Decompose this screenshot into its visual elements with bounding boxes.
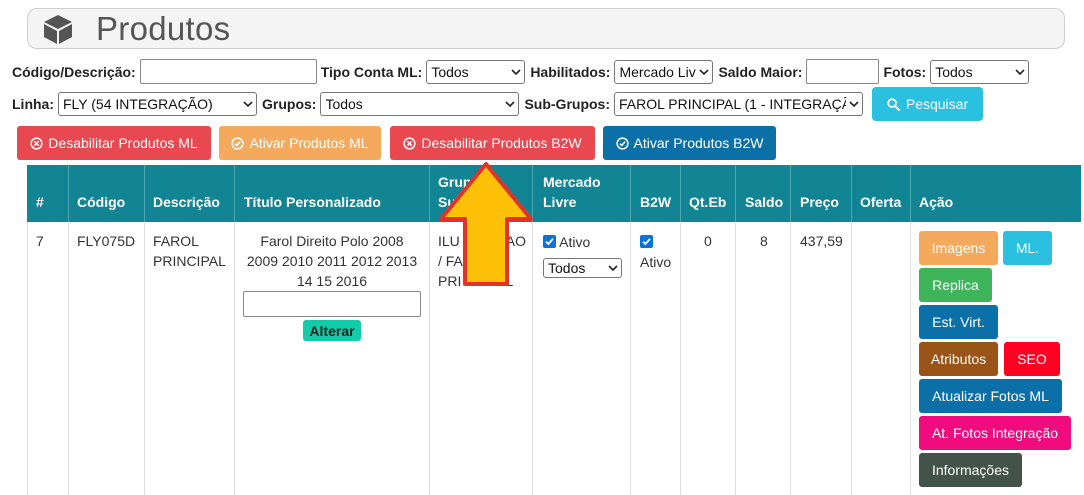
chevron-down-icon xyxy=(1015,68,1025,75)
box-icon xyxy=(42,12,76,46)
ml-status-select[interactable]: Todos xyxy=(543,258,622,278)
b2w-ativo-label: Ativo xyxy=(640,254,672,270)
table-header: # Código Descrição Título Personalizado … xyxy=(27,165,1081,222)
row-preco: 437,59 xyxy=(800,233,843,249)
header-divider xyxy=(851,165,852,222)
row-num: 7 xyxy=(36,233,44,249)
header-divider xyxy=(68,165,69,222)
chevron-down-icon xyxy=(699,68,710,75)
tipo-conta-select[interactable]: Todos xyxy=(426,59,526,84)
row-codigo: FLY075D xyxy=(77,233,136,249)
activate-b2w-button[interactable]: Ativar Produtos B2W xyxy=(603,126,776,160)
search-button-label: Pesquisar xyxy=(905,96,969,112)
row-b2w-status: Ativo xyxy=(640,232,671,272)
atributos-button[interactable]: Atributos xyxy=(919,342,998,376)
header-saldo[interactable]: Saldo xyxy=(745,165,783,222)
est-virt-button[interactable]: Est. Virt. xyxy=(919,305,998,339)
tipo-conta-label: Tipo Conta ML: xyxy=(320,63,423,80)
codigo-label: Código/Descrição: xyxy=(12,63,136,80)
filter-row-1: Código/Descrição: Tipo Conta ML: Todos H… xyxy=(12,59,1034,84)
chevron-down-icon xyxy=(608,265,618,272)
ml-ativo-label: Ativo xyxy=(559,234,591,250)
row-titulo-line2: 2009 2010 2011 2012 2013 xyxy=(246,253,418,269)
activate-ml-button[interactable]: Ativar Produtos ML xyxy=(219,126,381,160)
row-titulo: Farol Direito Polo 2008 2009 2010 2011 2… xyxy=(235,231,429,291)
row-ml-status: Ativo xyxy=(543,232,590,252)
subgrupos-select[interactable]: FAROL PRINCIPAL (1 - INTEGRAÇÃ xyxy=(614,92,863,116)
atualizar-fotos-ml-button[interactable]: Atualizar Fotos ML xyxy=(919,379,1062,413)
chevron-down-icon xyxy=(511,68,521,75)
chevron-down-icon xyxy=(243,101,253,108)
activate-b2w-label: Ativar Produtos B2W xyxy=(633,135,764,151)
subgrupos-label: Sub-Grupos: xyxy=(524,96,610,112)
saldo-label: Saldo Maior: xyxy=(718,63,803,80)
header-codigo[interactable]: Código xyxy=(77,165,125,222)
disable-ml-label: Desabilitar Produtos ML xyxy=(48,135,198,151)
ml-ativo-checkbox[interactable] xyxy=(543,235,556,248)
filter-row-2: Linha: FLY (54 INTEGRAÇÃO) Grupos: Todos… xyxy=(12,92,868,116)
saldo-input[interactable] xyxy=(806,59,880,84)
times-circle-icon xyxy=(30,136,43,150)
header-divider xyxy=(144,165,145,222)
replica-button[interactable]: Replica xyxy=(919,268,992,302)
at-fotos-integracao-button[interactable]: At. Fotos Integração xyxy=(919,416,1071,450)
activate-ml-label: Ativar Produtos ML xyxy=(249,135,369,151)
disable-b2w-label: Desabilitar Produtos B2W xyxy=(421,135,582,151)
header-divider xyxy=(234,165,235,222)
header-divider xyxy=(735,165,736,222)
header-qteb[interactable]: Qt.Eb xyxy=(689,165,726,222)
header-mercado-livre[interactable]: Mercado Livre xyxy=(543,165,601,222)
search-button[interactable]: Pesquisar xyxy=(872,87,983,121)
check-circle-icon xyxy=(231,136,245,150)
row-titulo-line1: Farol Direito Polo 2008 xyxy=(260,233,404,249)
header-acao[interactable]: Ação xyxy=(919,165,953,222)
header-titulo[interactable]: Título Personalizado xyxy=(244,165,381,222)
fotos-select[interactable]: Todos xyxy=(930,59,1030,84)
habilitados-label: Habilitados: xyxy=(530,63,611,80)
row-titulo-line3: 14 15 2016 xyxy=(296,273,368,289)
header-num[interactable]: # xyxy=(36,165,44,222)
header-mercado-line2: Livre xyxy=(543,194,577,210)
imagens-button[interactable]: Imagens xyxy=(919,231,998,265)
header-b2w[interactable]: B2W xyxy=(640,165,671,222)
grupos-label: Grupos: xyxy=(262,96,317,112)
search-icon xyxy=(887,97,900,111)
check-circle-icon xyxy=(615,136,629,150)
page-title: Produtos xyxy=(96,9,231,47)
chevron-down-icon xyxy=(849,101,859,108)
b2w-ativo-checkbox[interactable] xyxy=(640,235,653,248)
grupos-select[interactable]: Todos xyxy=(320,92,520,116)
page-header: Produtos xyxy=(27,8,1065,49)
habilitados-select[interactable]: Mercado Liv xyxy=(614,59,714,84)
products-table: # Código Descrição Título Personalizado … xyxy=(27,165,1081,495)
header-preco[interactable]: Preço xyxy=(800,165,839,222)
row-qteb: 0 xyxy=(704,233,712,249)
times-circle-icon xyxy=(403,136,416,150)
annotation-arrow-icon xyxy=(439,162,533,286)
header-divider xyxy=(630,165,631,222)
disable-ml-button[interactable]: Desabilitar Produtos ML xyxy=(17,126,211,160)
chevron-down-icon xyxy=(505,101,516,108)
informacoes-button[interactable]: Informações xyxy=(919,453,1022,487)
header-oferta[interactable]: Oferta xyxy=(860,165,901,222)
header-mercado-line1: Mercado xyxy=(543,174,601,190)
disable-b2w-button[interactable]: Desabilitar Produtos B2W xyxy=(390,126,595,160)
header-divider xyxy=(429,165,430,222)
titulo-personalizado-input[interactable] xyxy=(243,291,421,317)
fotos-label: Fotos: xyxy=(883,63,927,80)
row-descricao: FAROL PRINCIPAL xyxy=(153,231,226,271)
row-descricao-line2: PRINCIPAL xyxy=(153,253,226,269)
header-divider xyxy=(910,165,911,222)
codigo-input[interactable] xyxy=(139,59,317,84)
seo-button[interactable]: SEO xyxy=(1004,342,1060,376)
row-descricao-line1: FAROL xyxy=(153,233,199,249)
row-saldo: 8 xyxy=(760,233,768,249)
ml-button[interactable]: ML. xyxy=(1003,231,1052,265)
header-divider xyxy=(680,165,681,222)
header-descricao[interactable]: Descrição xyxy=(153,165,220,222)
alterar-button[interactable]: Alterar xyxy=(303,320,361,341)
header-divider xyxy=(790,165,791,222)
linha-select[interactable]: FLY (54 INTEGRAÇÃO) xyxy=(58,92,257,116)
linha-label: Linha: xyxy=(12,96,54,112)
